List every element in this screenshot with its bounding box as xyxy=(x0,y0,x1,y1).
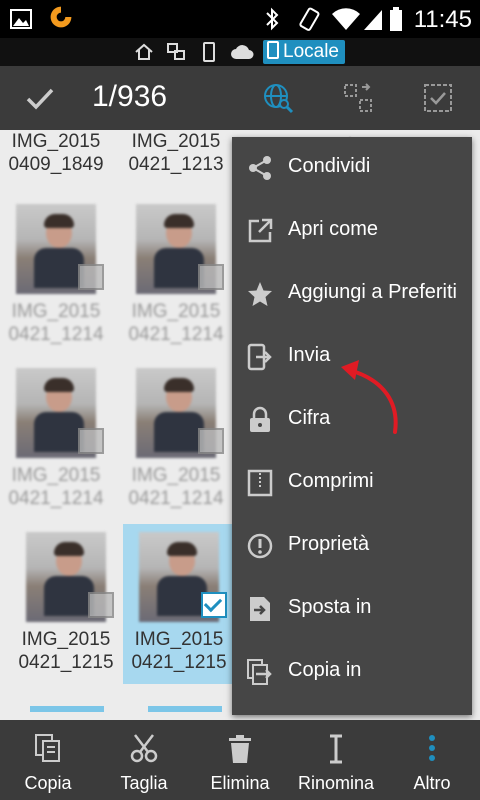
home-icon[interactable] xyxy=(134,42,154,62)
copy-to-icon xyxy=(247,659,272,685)
select-all-icon[interactable] xyxy=(422,82,454,114)
checkbox-checked[interactable] xyxy=(201,592,227,618)
locale-label: Locale xyxy=(283,41,339,62)
scissors-icon xyxy=(130,734,158,763)
open-external-icon xyxy=(248,218,273,243)
star-icon xyxy=(248,282,272,306)
wifi-icon xyxy=(332,8,360,30)
app-logo-icon xyxy=(50,6,72,28)
file-name: IMG_2015 0421_1215 xyxy=(18,629,114,673)
battery-icon xyxy=(390,7,402,31)
file-item[interactable]: IMG_2015 0421_1214 xyxy=(0,360,112,520)
file-item[interactable]: IMG_2015 0421_1214 xyxy=(0,196,112,356)
globe-search-icon[interactable] xyxy=(262,82,294,114)
copy-button[interactable]: Copia xyxy=(0,720,96,800)
selection-count: 1/936 xyxy=(92,80,168,113)
menu-item-proprieta[interactable]: Proprietà xyxy=(232,515,472,578)
next-row-hint xyxy=(148,706,222,712)
file-item[interactable]: IMG_2015 0421_1214 xyxy=(120,196,232,356)
share-icon xyxy=(249,156,271,180)
file-name: IMG_2015 0421_1214 xyxy=(8,301,104,345)
menu-item-copia-in[interactable]: Copia in xyxy=(232,641,472,704)
cloud-icon[interactable] xyxy=(230,43,254,61)
lock-icon xyxy=(250,406,270,432)
locale-tab[interactable]: Locale xyxy=(263,40,345,64)
send-device-icon xyxy=(247,343,272,371)
copy-icon xyxy=(35,734,60,762)
checkbox[interactable] xyxy=(78,428,104,454)
delete-button[interactable]: Elimina xyxy=(192,720,288,800)
checkbox[interactable] xyxy=(78,264,104,290)
checkbox[interactable] xyxy=(198,428,224,454)
status-bar: 11:45 xyxy=(0,0,480,38)
menu-item-aggiungi-preferiti[interactable]: Aggiungi a Preferiti xyxy=(232,263,472,326)
check-icon[interactable] xyxy=(24,82,56,114)
file-name: IMG_2015 0421_1214 xyxy=(128,301,224,345)
file-item[interactable]: IMG_2015 0421_1214 xyxy=(120,360,232,520)
selection-toolbar: 1/936 xyxy=(0,66,480,130)
file-item-selected[interactable]: IMG_2015 0421_1215 xyxy=(123,524,235,684)
picture-icon xyxy=(10,9,32,29)
info-icon xyxy=(247,533,273,559)
annotation-arrow-icon xyxy=(341,360,398,434)
zip-icon xyxy=(247,469,273,497)
rename-icon xyxy=(330,734,342,764)
checkbox[interactable] xyxy=(88,592,114,618)
file-item[interactable]: IMG_2015 0421_1215 xyxy=(10,524,122,684)
bluetooth-icon xyxy=(266,7,279,31)
clock: 11:45 xyxy=(413,6,472,33)
network-icon[interactable] xyxy=(166,42,186,62)
file-name: IMG_2015 0421_1215 xyxy=(131,629,227,673)
file-name: IMG_2015 0421_1214 xyxy=(8,465,104,509)
phone-icon xyxy=(267,41,279,59)
menu-item-sposta-in[interactable]: Sposta in xyxy=(232,578,472,641)
select-range-icon[interactable] xyxy=(342,82,374,114)
menu-item-comprimi[interactable]: Comprimi xyxy=(232,452,472,515)
cut-button[interactable]: Taglia xyxy=(96,720,192,800)
menu-item-condividi[interactable]: Condividi xyxy=(232,137,472,200)
file-name: IMG_2015 0421_1214 xyxy=(128,465,224,509)
file-name: IMG_2015 0421_1213 xyxy=(128,131,224,175)
phone-icon[interactable] xyxy=(200,42,218,62)
vibrate-icon xyxy=(299,7,320,31)
next-row-hint xyxy=(30,706,104,712)
more-button[interactable]: Altro xyxy=(384,720,480,800)
rename-button[interactable]: Rinomina xyxy=(288,720,384,800)
trash-icon xyxy=(229,735,251,763)
signal-icon xyxy=(364,10,382,30)
location-bar: Locale xyxy=(0,38,480,66)
checkbox[interactable] xyxy=(198,264,224,290)
menu-item-apri-come[interactable]: Apri come xyxy=(232,200,472,263)
bottom-action-bar: Copia Taglia Elimina Rinomina Altro xyxy=(0,720,480,800)
more-vertical-icon xyxy=(429,735,435,761)
move-icon xyxy=(250,597,270,621)
file-name: IMG_2015 0409_1849 xyxy=(8,131,104,175)
